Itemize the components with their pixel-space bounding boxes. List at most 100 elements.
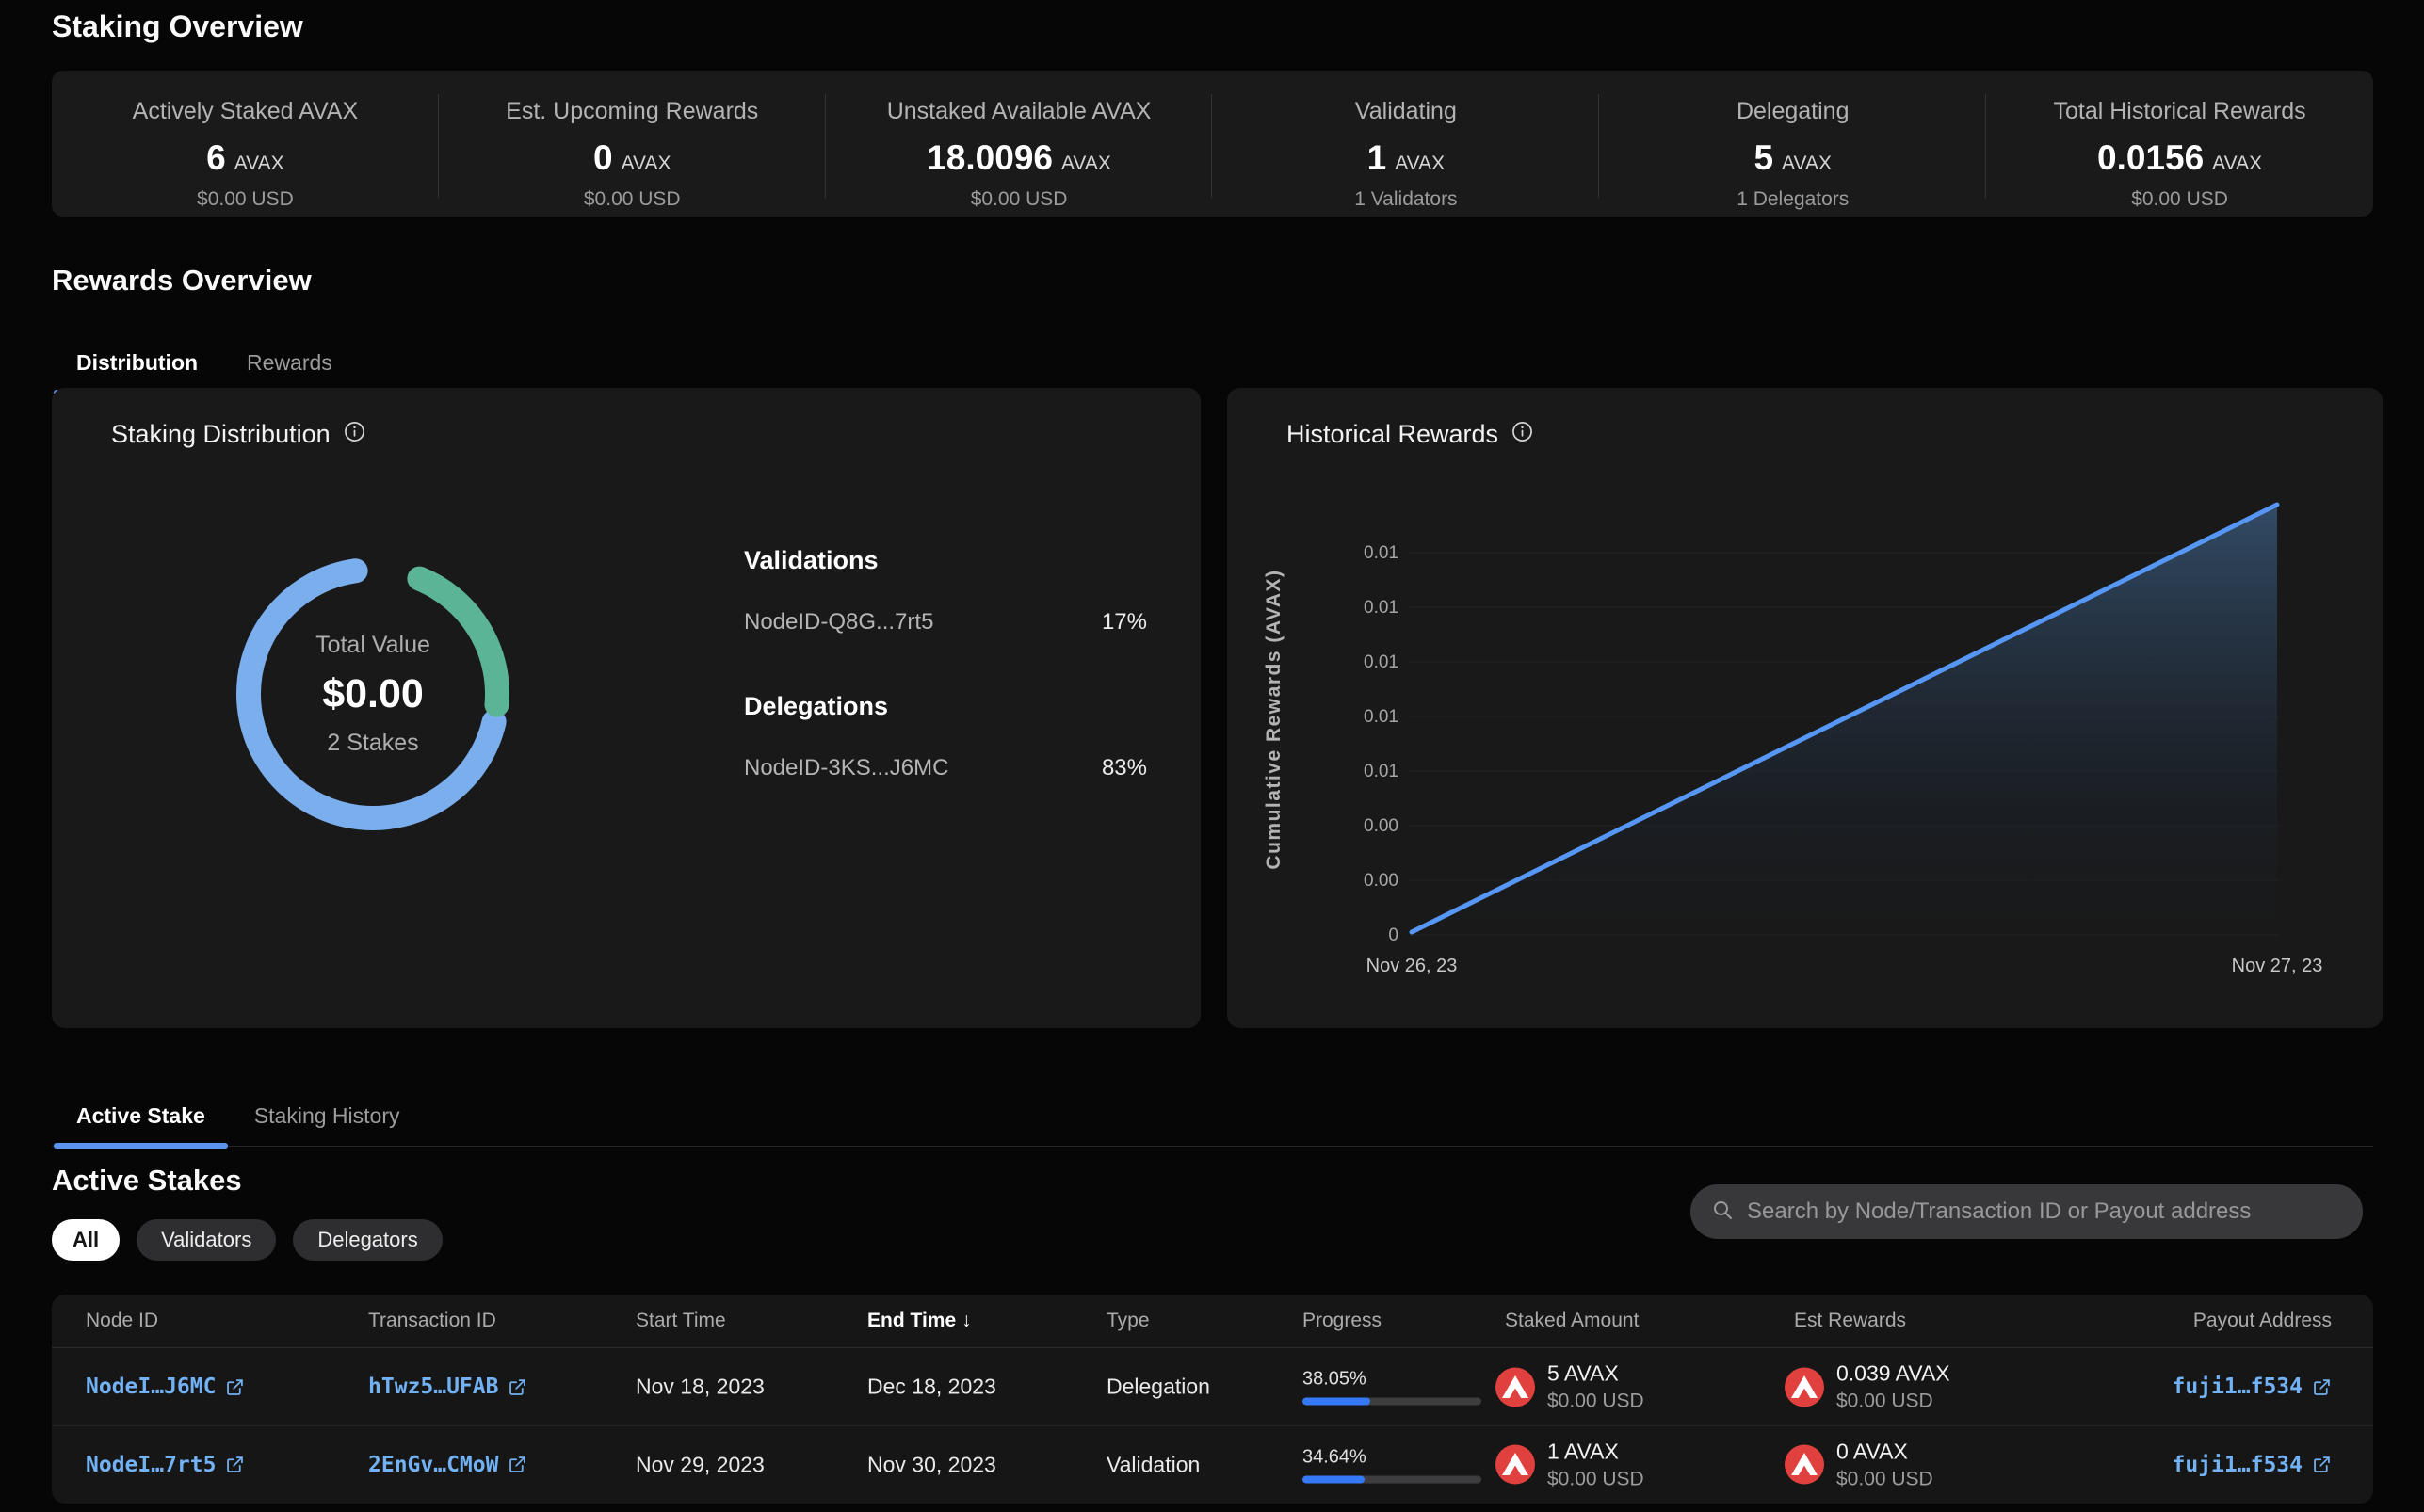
avax-logo-icon	[1785, 1367, 1824, 1407]
payout-address-link[interactable]: fuji1…f534	[2173, 1375, 2332, 1399]
y-tick: 0.01	[1364, 652, 1398, 672]
donut-total-value-label: Total Value	[315, 632, 430, 659]
info-icon[interactable]	[344, 420, 365, 449]
donut-total-value: $0.00	[322, 671, 424, 717]
x-tick-start: Nov 26, 23	[1366, 956, 1458, 976]
delegation-node-id: NodeID-3KS...J6MC	[744, 755, 948, 781]
tab-staking-history[interactable]: Staking History	[230, 1088, 425, 1146]
progress-percent: 38.05%	[1302, 1369, 1481, 1391]
delegations-heading: Delegations	[744, 692, 1147, 721]
col-end-time[interactable]: End Time ↓	[867, 1310, 971, 1332]
staked-amount-cell: 5 AVAX $0.00 USD	[1495, 1361, 1644, 1413]
stat-unit: AVAX	[234, 153, 284, 174]
stat-sub: 1 Validators	[1212, 188, 1599, 211]
stat-actively-staked: Actively Staked AVAX 6 AVAX $0.00 USD	[52, 71, 439, 217]
validation-node-id: NodeID-Q8G...7rt5	[744, 609, 933, 635]
y-tick: 0	[1388, 925, 1398, 945]
stake-type: Validation	[1107, 1452, 1200, 1477]
info-icon[interactable]	[1511, 420, 1533, 449]
validation-percent: 17%	[1102, 609, 1147, 635]
tab-active-stake[interactable]: Active Stake	[52, 1088, 230, 1146]
node-id-link[interactable]: NodeI…7rt5	[86, 1453, 245, 1477]
search-input[interactable]	[1747, 1198, 2342, 1225]
stat-sub: 1 Delegators	[1599, 188, 1986, 211]
stat-label: Total Historical Rewards	[1986, 98, 2373, 125]
stat-sub: $0.00 USD	[1986, 188, 2373, 211]
est-rewards: 0.039 AVAX	[1836, 1361, 1950, 1387]
stat-sub: $0.00 USD	[52, 188, 439, 211]
col-est-rewards[interactable]: Est Rewards	[1794, 1310, 1906, 1332]
external-link-icon	[508, 1455, 527, 1474]
col-transaction-id[interactable]: Transaction ID	[368, 1310, 496, 1332]
historical-rewards-title: Historical Rewards	[1286, 420, 1498, 449]
payout-address-text: fuji1…f534	[2173, 1453, 2303, 1477]
payout-address-link[interactable]: fuji1…f534	[2173, 1453, 2332, 1477]
y-tick: 0.01	[1364, 762, 1398, 781]
stat-value: 1	[1367, 138, 1387, 177]
table-row: NodeI…7rt5 2EnGv…CMoW Nov 29, 2023 Nov 3…	[52, 1425, 2373, 1503]
progress-bar	[1302, 1398, 1481, 1406]
col-start-time[interactable]: Start Time	[636, 1310, 726, 1332]
stat-value: 0	[593, 138, 613, 177]
staked-amount-cell: 1 AVAX $0.00 USD	[1495, 1439, 1644, 1490]
external-link-icon	[225, 1377, 245, 1397]
validations-heading: Validations	[744, 546, 1147, 575]
staking-distribution-panel: Staking Distribution Total Value $0.00 2…	[52, 388, 1201, 1028]
col-progress[interactable]: Progress	[1302, 1310, 1382, 1332]
avax-logo-icon	[1495, 1445, 1535, 1485]
tab-distribution[interactable]: Distribution	[52, 335, 222, 393]
active-stakes-table: Node ID Transaction ID Start Time End Ti…	[52, 1295, 2373, 1504]
external-link-icon	[508, 1377, 527, 1397]
progress-percent: 34.64%	[1302, 1446, 1481, 1468]
stat-unit: AVAX	[2212, 153, 2262, 174]
est-rewards-usd: $0.00 USD	[1836, 1391, 1950, 1413]
end-time: Nov 30, 2023	[867, 1452, 996, 1477]
stat-value: 6	[206, 138, 226, 177]
table-header: Node ID Transaction ID Start Time End Ti…	[52, 1295, 2373, 1348]
y-tick: 0.01	[1364, 598, 1398, 618]
staked-amount: 1 AVAX	[1547, 1439, 1644, 1464]
external-link-icon	[225, 1455, 245, 1474]
stat-label: Unstaked Available AVAX	[826, 98, 1213, 125]
stat-label: Actively Staked AVAX	[52, 98, 439, 125]
donut-stakes-count: 2 Stakes	[327, 730, 418, 757]
staked-amount: 5 AVAX	[1547, 1361, 1644, 1387]
stat-sub: $0.00 USD	[826, 188, 1213, 211]
filter-all[interactable]: All	[52, 1219, 120, 1261]
stat-unit: AVAX	[1395, 153, 1445, 174]
node-id-text: NodeI…7rt5	[86, 1453, 216, 1477]
est-rewards-cell: 0.039 AVAX $0.00 USD	[1785, 1361, 1950, 1413]
col-payout-address[interactable]: Payout Address	[2193, 1310, 2332, 1332]
stake-type: Delegation	[1107, 1375, 1210, 1400]
stat-validating: Validating 1AVAX 1 Validators	[1212, 71, 1599, 217]
delegation-item[interactable]: NodeID-3KS...J6MC 83%	[744, 755, 1147, 781]
col-type[interactable]: Type	[1107, 1310, 1150, 1332]
node-id-link[interactable]: NodeI…J6MC	[86, 1375, 245, 1399]
stat-unit: AVAX	[1061, 153, 1111, 174]
validation-item[interactable]: NodeID-Q8G...7rt5 17%	[744, 609, 1147, 635]
filter-delegators[interactable]: Delegators	[293, 1219, 442, 1261]
col-staked-amount[interactable]: Staked Amount	[1505, 1310, 1639, 1332]
est-rewards-cell: 0 AVAX $0.00 USD	[1785, 1439, 1933, 1490]
progress-cell: 34.64%	[1302, 1446, 1481, 1483]
col-node-id[interactable]: Node ID	[86, 1310, 158, 1332]
staking-overview-stats: Actively Staked AVAX 6 AVAX $0.00 USD Est…	[52, 71, 2373, 217]
progress-cell: 38.05%	[1302, 1369, 1481, 1406]
filter-validators[interactable]: Validators	[137, 1219, 276, 1261]
node-id-text: NodeI…J6MC	[86, 1375, 216, 1399]
tab-rewards[interactable]: Rewards	[222, 335, 357, 393]
delegation-percent: 83%	[1102, 755, 1147, 781]
distribution-list: Validations NodeID-Q8G...7rt5 17% Delega…	[744, 546, 1147, 781]
sort-descending-icon: ↓	[962, 1310, 972, 1331]
historical-rewards-panel: Historical Rewards	[1227, 388, 2383, 1028]
y-axis-label: Cumulative Rewards (AVAX)	[1263, 569, 1285, 869]
stat-unstaked-available: Unstaked Available AVAX 18.0096AVAX $0.0…	[826, 71, 1213, 217]
transaction-id-link[interactable]: 2EnGv…CMoW	[368, 1453, 527, 1477]
staked-usd: $0.00 USD	[1547, 1391, 1644, 1413]
transaction-id-link[interactable]: hTwz5…UFAB	[368, 1375, 527, 1399]
staking-distribution-donut: Total Value $0.00 2 Stakes	[218, 539, 528, 849]
search-icon	[1711, 1198, 1734, 1226]
stat-label: Est. Upcoming Rewards	[439, 98, 826, 125]
end-time: Dec 18, 2023	[867, 1375, 996, 1400]
payout-address-text: fuji1…f534	[2173, 1375, 2303, 1399]
